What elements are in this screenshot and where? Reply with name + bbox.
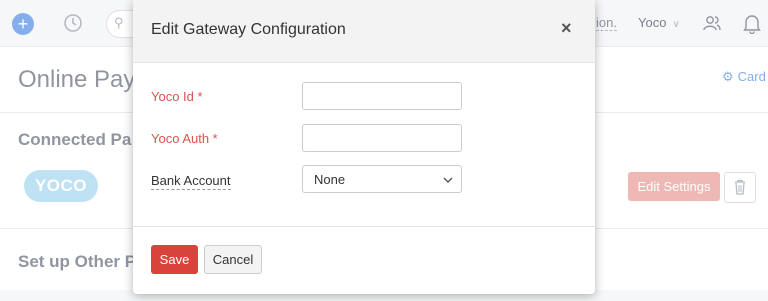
close-icon[interactable]: × [561, 18, 572, 39]
chevron-down-icon [443, 177, 453, 183]
modal-title: Edit Gateway Configuration [151, 21, 346, 38]
bank-account-select[interactable]: None [302, 165, 462, 193]
cancel-button[interactable]: Cancel [204, 245, 262, 274]
bank-account-label: Bank Account [151, 173, 231, 190]
save-button[interactable]: Save [151, 245, 198, 274]
yoco-auth-label: Yoco Auth * [151, 131, 218, 146]
modal-footer-divider [133, 226, 595, 227]
modal-header: Edit Gateway Configuration × [133, 0, 595, 63]
edit-gateway-modal: Edit Gateway Configuration × Yoco Id * Y… [133, 0, 595, 294]
yoco-auth-field[interactable] [302, 124, 462, 152]
bank-account-value: None [314, 172, 346, 187]
yoco-id-field[interactable] [302, 82, 462, 110]
yoco-id-label: Yoco Id * [151, 89, 203, 104]
